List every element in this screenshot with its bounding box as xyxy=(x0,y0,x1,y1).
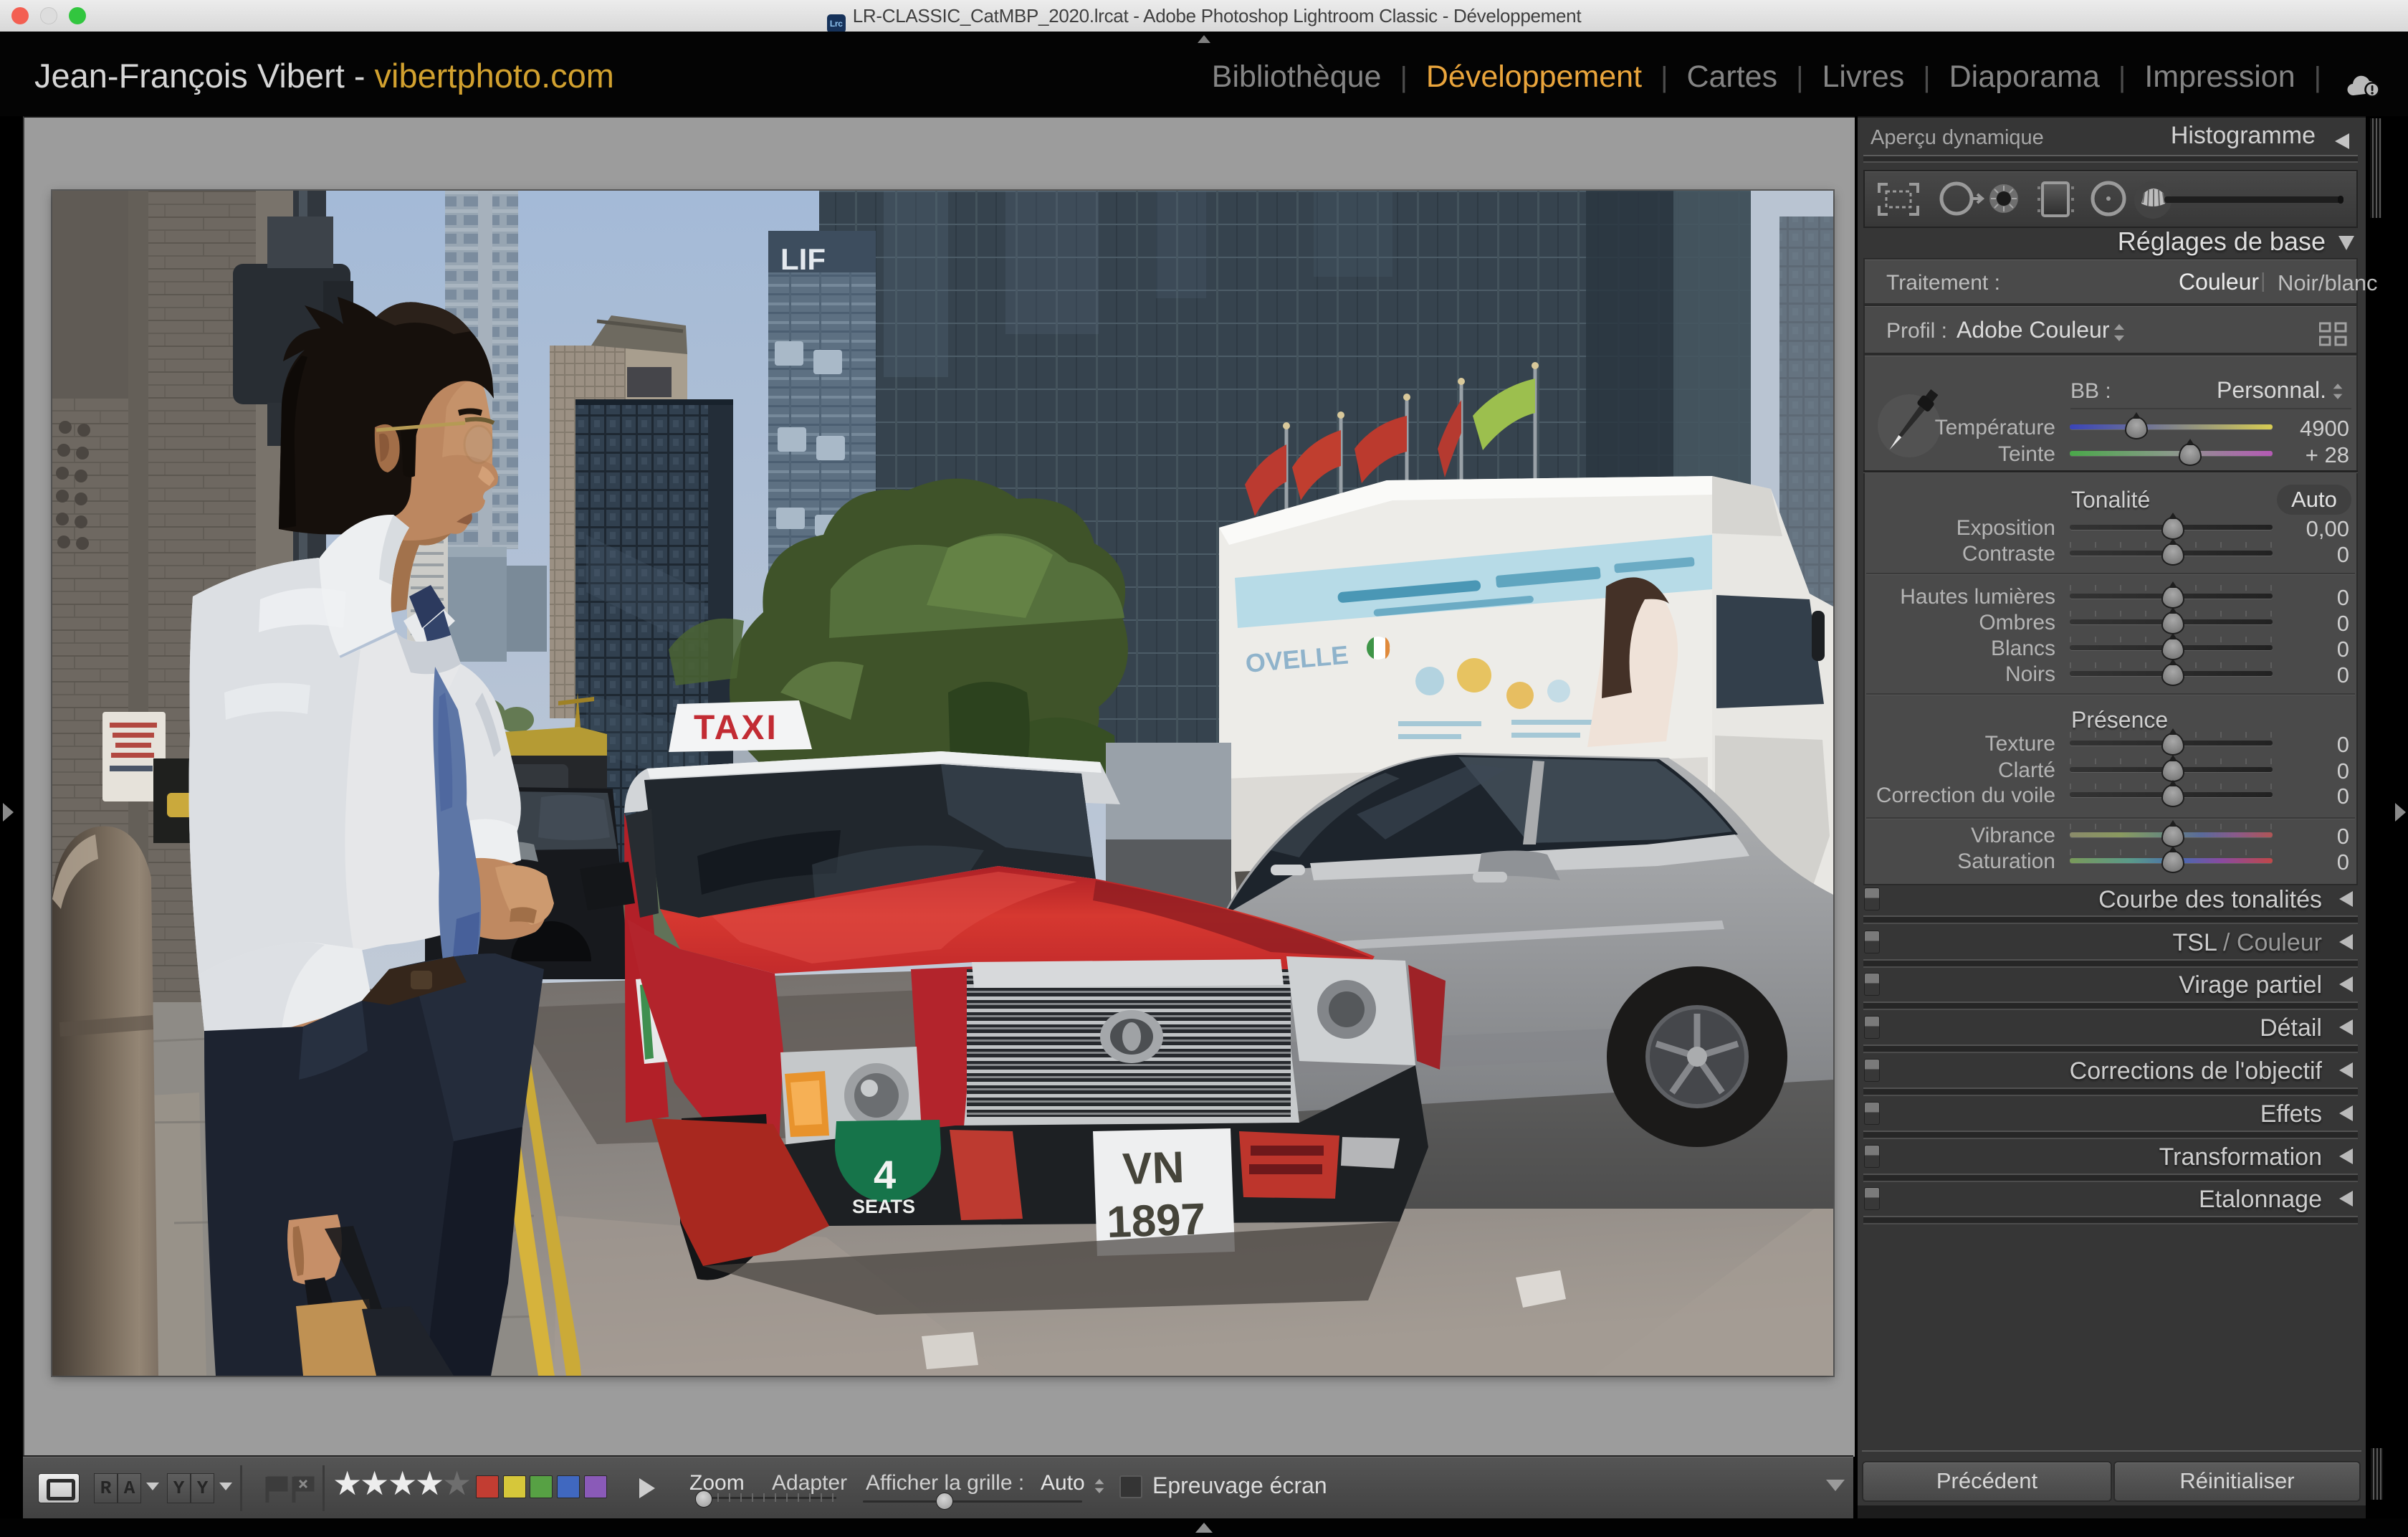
svg-text:4: 4 xyxy=(874,1152,896,1197)
svg-text:SEATS: SEATS xyxy=(852,1196,915,1217)
svg-text:LIF: LIF xyxy=(780,242,826,276)
svg-text:VN: VN xyxy=(1122,1143,1185,1194)
svg-text:TAXI: TAXI xyxy=(694,709,778,747)
